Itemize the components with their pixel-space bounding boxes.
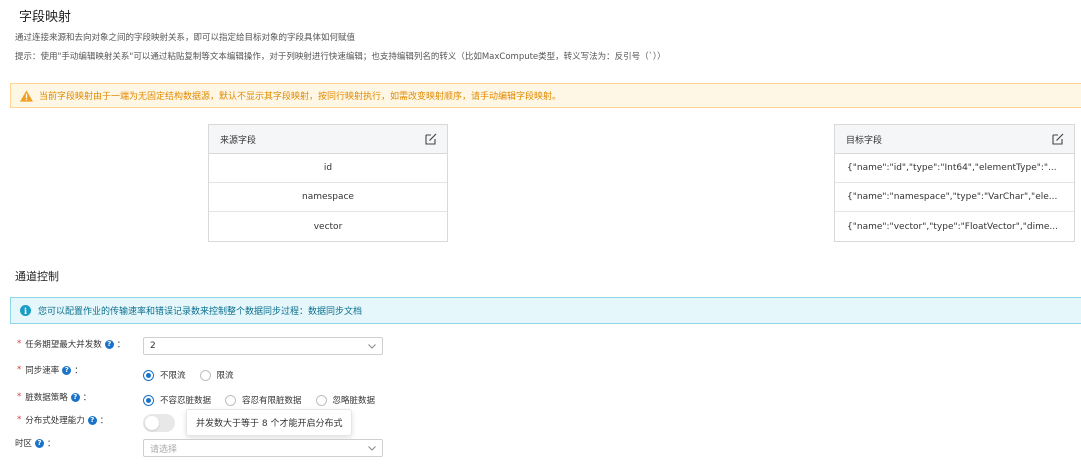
radio-dot[interactable] [199, 369, 211, 381]
timezone-placeholder: 请选择 [150, 444, 178, 455]
target-field-row: {"name":"vector","type":"FloatVector","d… [847, 221, 1058, 232]
timezone-label: 时区 ? ： [15, 438, 56, 449]
field-mapping-warning: 当前字段映射由于一端为无固定结构数据源，默认不显示其字段映射，按同行映射执行，如… [10, 83, 1081, 108]
source-field-header: 来源字段 [209, 125, 447, 154]
concurrency-select[interactable]: 2 [143, 337, 383, 355]
question-circle-icon[interactable]: ? [70, 392, 80, 402]
radio-dot[interactable] [143, 394, 154, 406]
radio-limit[interactable]: 限流 [199, 369, 234, 381]
source-field-table: 来源字段 id namespace vector [208, 124, 448, 242]
question-circle-icon[interactable]: ? [104, 339, 114, 349]
radio-dot[interactable] [225, 394, 237, 406]
source-field-row: id [209, 154, 447, 183]
info-text: 您可以配置作业的传输速率和错误记录数来控制整个数据同步过程：数据同步文档 [38, 307, 363, 317]
info-circle-icon: i [20, 305, 31, 316]
question-circle-icon[interactable]: ? [87, 415, 97, 425]
radio-dot[interactable] [315, 394, 327, 406]
chevron-down-icon [368, 343, 376, 349]
target-field-row: {"name":"id","type":"Int64","elementType… [835, 154, 1074, 183]
target-field-header-label: 目标字段 [846, 135, 883, 146]
edit-icon[interactable] [425, 133, 437, 145]
warning-triangle-icon [20, 89, 33, 102]
dirty-data-radio-group: 不容忍脏数据 容忍有限脏数据 忽略脏数据 [143, 394, 389, 406]
sync-speed-label: * 同步速率 ? ： [17, 365, 83, 376]
timezone-select[interactable]: 请选择 [143, 439, 383, 457]
target-field-row: {"name":"namespace","type":"VarChar","el… [835, 183, 1074, 212]
source-field-header-label: 来源字段 [220, 135, 257, 146]
source-field-row: namespace [209, 183, 447, 212]
distributed-tooltip: 并发数大于等于 8 个才能开启分布式 [186, 409, 353, 436]
channel-control-info: i 您可以配置作业的传输速率和错误记录数来控制整个数据同步过程：数据同步文档 [10, 297, 1081, 324]
question-circle-icon[interactable]: ? [35, 438, 45, 448]
question-circle-icon[interactable]: ? [62, 365, 72, 375]
required-mark: * [17, 365, 22, 375]
warning-text: 当前字段映射由于一端为无固定结构数据源，默认不显示其字段映射，按同行映射执行，如… [39, 92, 562, 102]
source-field-row: vector [313, 221, 343, 232]
radio-ignore-dirty[interactable]: 忽略脏数据 [315, 394, 375, 406]
chevron-down-icon [368, 445, 376, 451]
field-mapping-tip: 提示：使用"手动编辑映射关系"可以通过粘贴复制等文本编辑操作，对于列映射进行快速… [15, 52, 666, 62]
radio-no-dirty[interactable]: 不容忍脏数据 [143, 394, 211, 406]
field-mapping-description: 通过连接来源和去向对象之间的字段映射关系，即可以指定给目标对象的字段具体如何赋值 [15, 33, 356, 43]
field-mapping-title: 字段映射 [19, 10, 72, 25]
channel-control-title: 通道控制 [15, 270, 59, 283]
distributed-label: * 分布式处理能力 ? ： [17, 415, 109, 426]
radio-no-limit[interactable]: 不限流 [143, 369, 186, 381]
radio-dot[interactable] [143, 369, 154, 381]
edit-icon[interactable] [1052, 133, 1064, 145]
concurrency-label: * 任务期望最大并发数 ? ： [17, 339, 126, 350]
required-mark: * [17, 339, 22, 349]
target-field-header: 目标字段 [835, 125, 1074, 154]
concurrency-value: 2 [150, 341, 156, 351]
target-field-table: 目标字段 {"name":"id","type":"Int64","elemen… [834, 124, 1075, 242]
sync-speed-radio-group: 不限流 限流 [143, 369, 248, 381]
required-mark: * [17, 415, 22, 425]
dirty-data-label: * 脏数据策略 ? ： [17, 392, 92, 403]
distributed-toggle[interactable] [143, 414, 175, 432]
radio-limited-dirty[interactable]: 容忍有限脏数据 [225, 394, 302, 406]
required-mark: * [17, 392, 22, 402]
